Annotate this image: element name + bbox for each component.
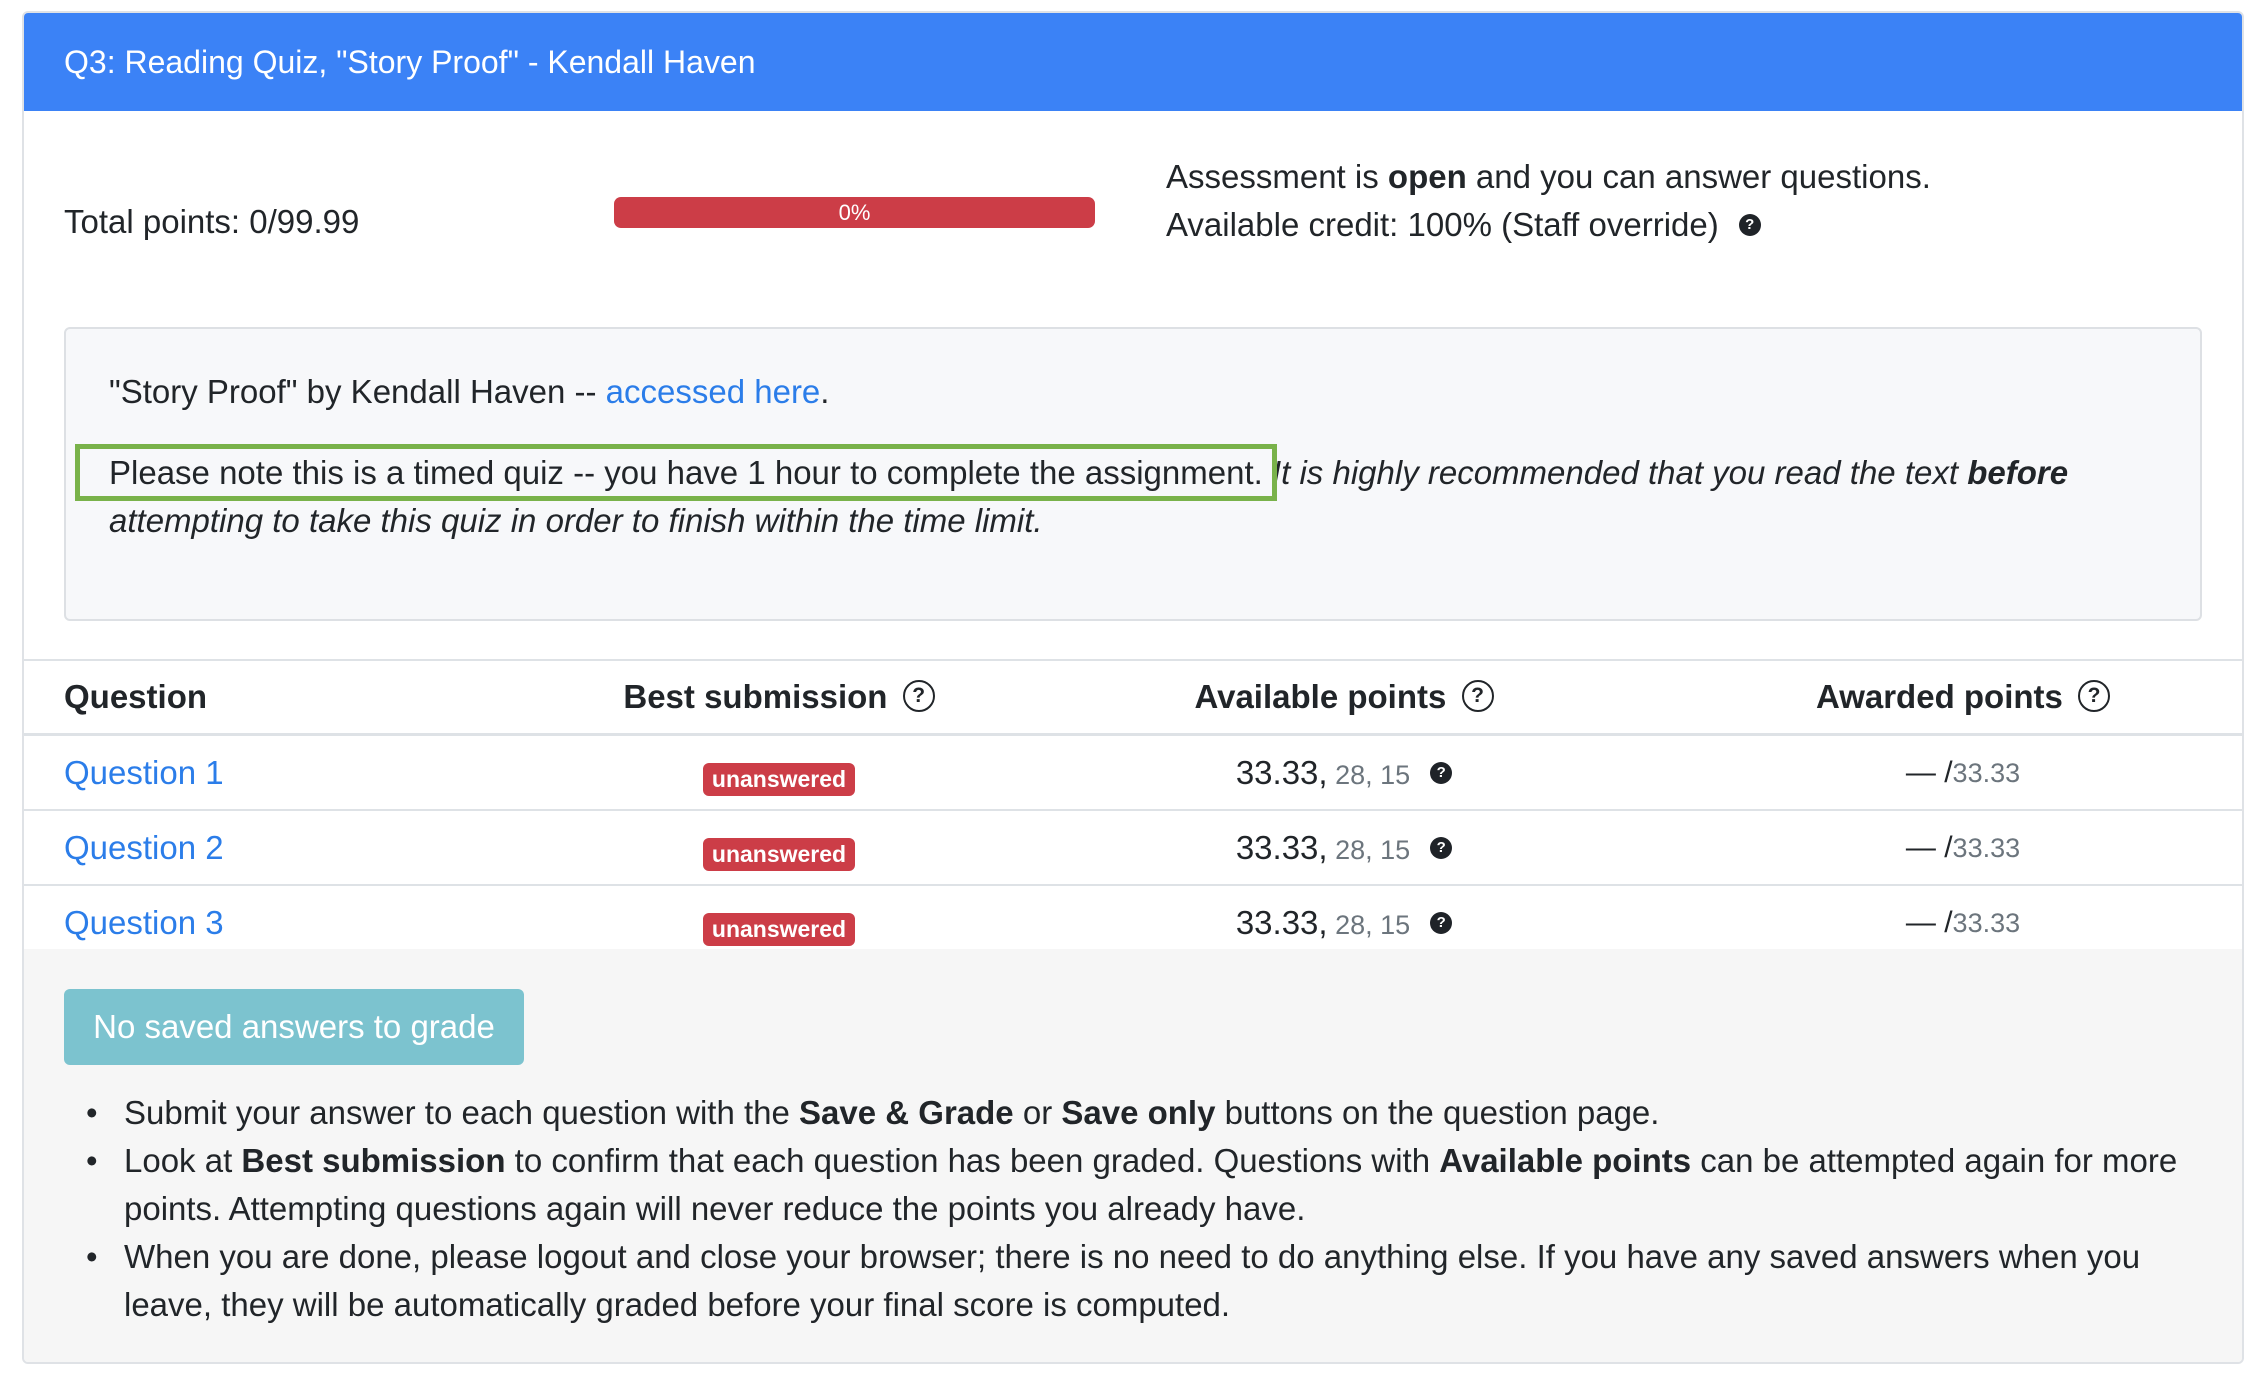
reading-source-text: "Story Proof" by Kendall Haven -- bbox=[109, 373, 606, 410]
tip-text: Submit your answer to each question with… bbox=[124, 1094, 800, 1131]
col-best-submission: Best submission ? bbox=[554, 659, 1004, 736]
questions-table-wrap: Question Best submission ? Available poi… bbox=[24, 659, 2242, 961]
points-value: 33.33, bbox=[1235, 753, 1328, 791]
points-extra: 28, 15 bbox=[1327, 909, 1411, 940]
recommend-text-end: attempting to take this quiz in order to… bbox=[109, 502, 1043, 539]
awarded-value: — / bbox=[1905, 830, 1953, 864]
grade-button[interactable]: No saved answers to grade bbox=[64, 989, 524, 1065]
recommend-bold: before bbox=[1967, 454, 2069, 491]
col-best-submission-label: Best submission bbox=[623, 678, 888, 715]
list-item: Submit your answer to each question with… bbox=[86, 1089, 2204, 1137]
tip-bold: Save & Grade bbox=[799, 1094, 1014, 1131]
awarded-value: — / bbox=[1905, 905, 1953, 939]
tip-bold: Available points bbox=[1439, 1142, 1692, 1179]
assessment-card: Q3: Reading Quiz, "Story Proof" - Kendal… bbox=[22, 11, 2244, 1364]
reading-source: "Story Proof" by Kendall Haven -- access… bbox=[109, 373, 829, 411]
status-text-end: and you can answer questions. bbox=[1466, 158, 1931, 195]
status-badge: unanswered bbox=[702, 763, 856, 796]
reading-source-period: . bbox=[820, 373, 830, 410]
tip-text: When you are done, please logout and clo… bbox=[124, 1238, 2141, 1323]
awarded-max: 33.33 bbox=[1952, 832, 2021, 863]
points-extra: 28, 15 bbox=[1327, 834, 1411, 865]
table-row: Question 1 unanswered 33.33, 28, 15? — /… bbox=[24, 734, 2242, 811]
help-circle-icon[interactable]: ? bbox=[1461, 680, 1494, 713]
status-text: Assessment is bbox=[1166, 158, 1388, 195]
points-help-icon[interactable]: ? bbox=[1430, 836, 1453, 859]
assessment-title: Q3: Reading Quiz, "Story Proof" - Kendal… bbox=[64, 43, 756, 80]
tip-text: buttons on the question page. bbox=[1215, 1094, 1660, 1131]
available-points-cell: 33.33, 28, 15? bbox=[1004, 734, 1684, 811]
points-help-icon[interactable]: ? bbox=[1430, 911, 1453, 934]
points-value: 33.33, bbox=[1235, 828, 1328, 866]
awarded-value: — / bbox=[1905, 755, 1953, 789]
tip-bold: Best submission bbox=[241, 1142, 506, 1179]
col-available-points: Available points ? bbox=[1004, 659, 1684, 736]
card-footer: No saved answers to grade Submit your an… bbox=[24, 949, 2242, 1362]
points-extra: 28, 15 bbox=[1327, 759, 1411, 790]
status-badge: unanswered bbox=[702, 838, 856, 871]
question-cell: Question 1 bbox=[24, 734, 554, 811]
total-points: Total points: 0/99.99 bbox=[64, 203, 360, 240]
points-value: 33.33, bbox=[1235, 903, 1328, 941]
question-cell: Question 2 bbox=[24, 810, 554, 886]
table-header-row: Question Best submission ? Available poi… bbox=[24, 659, 2242, 736]
tip-text: or bbox=[1013, 1094, 1062, 1131]
question-3-link[interactable]: Question 3 bbox=[64, 904, 224, 941]
status-open: open bbox=[1387, 158, 1467, 195]
status-line: Assessment is open and you can answer qu… bbox=[1166, 153, 1931, 201]
credit-help-icon[interactable]: ? bbox=[1738, 214, 1761, 237]
tip-text: to confirm that each question has been g… bbox=[505, 1142, 1440, 1179]
timed-note-text: Please note this is a timed quiz -- you … bbox=[109, 454, 1263, 491]
awarded-points-cell: — /33.33 bbox=[1684, 734, 2242, 811]
progress-label: 0% bbox=[838, 199, 871, 225]
progress-fill: 0% bbox=[614, 197, 1095, 228]
question-2-link[interactable]: Question 2 bbox=[64, 829, 224, 866]
score-progress-bar: 0% bbox=[614, 197, 1095, 228]
available-points-cell: 33.33, 28, 15? bbox=[1004, 810, 1684, 886]
table-row: Question 2 unanswered 33.33, 28, 15? — /… bbox=[24, 810, 2242, 886]
help-circle-icon[interactable]: ? bbox=[902, 680, 935, 713]
awarded-max: 33.33 bbox=[1952, 757, 2021, 788]
reading-info-box: "Story Proof" by Kendall Haven -- access… bbox=[64, 327, 2202, 621]
instructions-list: Submit your answer to each question with… bbox=[86, 1089, 2204, 1329]
timed-note: Please note this is a timed quiz -- you … bbox=[75, 444, 1277, 501]
points-help-icon[interactable]: ? bbox=[1430, 761, 1453, 784]
status-badge: unanswered bbox=[702, 913, 856, 946]
help-circle-icon[interactable]: ? bbox=[2078, 680, 2111, 713]
col-awarded-points-label: Awarded points bbox=[1815, 678, 2063, 715]
col-awarded-points: Awarded points ? bbox=[1684, 659, 2242, 736]
list-item: Look at Best submission to confirm that … bbox=[86, 1137, 2204, 1233]
col-available-points-label: Available points bbox=[1194, 678, 1447, 715]
credit-line: Available credit: 100% (Staff override)? bbox=[1166, 201, 1931, 249]
awarded-points-cell: — /33.33 bbox=[1684, 810, 2242, 886]
question-1-link[interactable]: Question 1 bbox=[64, 754, 224, 791]
timed-quiz-notice: Please note this is a timed quiz -- you … bbox=[75, 444, 2069, 545]
card-header: Q3: Reading Quiz, "Story Proof" - Kendal… bbox=[24, 13, 2242, 111]
assessment-status: Assessment is open and you can answer qu… bbox=[1166, 153, 1931, 249]
best-submission-cell: unanswered bbox=[554, 810, 1004, 886]
best-submission-cell: unanswered bbox=[554, 734, 1004, 811]
questions-table: Question Best submission ? Available poi… bbox=[24, 659, 2242, 961]
summary-section: Total points: 0/99.99 0% Assessment is o… bbox=[24, 111, 2242, 331]
recommend-text: It is highly recommended that you read t… bbox=[1262, 454, 1968, 491]
tip-text: Look at bbox=[124, 1142, 242, 1179]
accessed-here-link[interactable]: accessed here bbox=[606, 373, 821, 410]
list-item: When you are done, please logout and clo… bbox=[86, 1233, 2204, 1329]
col-question: Question bbox=[24, 659, 554, 736]
awarded-max: 33.33 bbox=[1952, 907, 2021, 938]
tip-bold: Save only bbox=[1061, 1094, 1216, 1131]
available-credit: Available credit: 100% (Staff override) bbox=[1166, 206, 1719, 243]
